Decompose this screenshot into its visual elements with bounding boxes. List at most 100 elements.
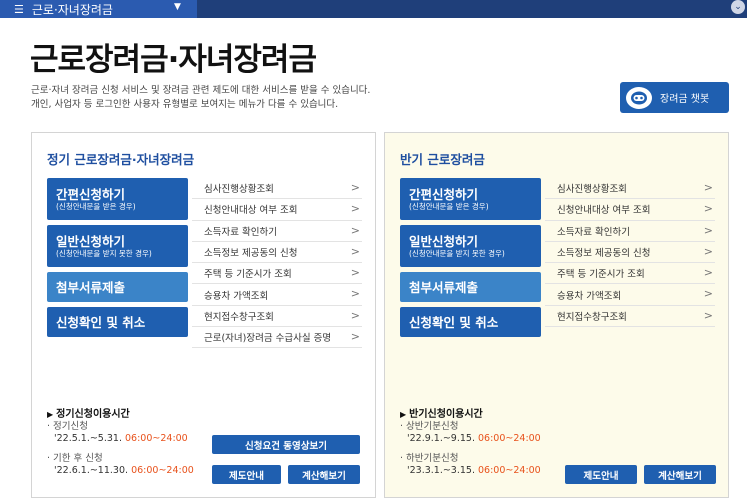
time-text: 06:00~24:00 xyxy=(478,433,541,444)
schedule-item: · 하반기분신청 '23.3.1.~3.15. 06:00~24:00 xyxy=(400,453,541,477)
calculate-button[interactable]: 계산해보기 xyxy=(288,465,360,484)
service-link[interactable]: 소득정보 제공동의 신청 > xyxy=(192,242,362,264)
schedule-item: · 정기신청 '22.5.1.~5.31. 06:00~24:00 xyxy=(47,421,188,445)
service-link[interactable]: 소득자료 확인하기 > xyxy=(192,221,362,242)
attach-docs-button[interactable]: 첨부서류제출 xyxy=(400,272,541,302)
service-link[interactable]: 주택 등 기준시가 조회 > xyxy=(192,263,362,285)
service-link-list: 심사진행상황조회 > 신청안내대상 여부 조회 > 소득자료 확인하기 > 소득정보 … xyxy=(545,178,715,328)
service-link[interactable]: 현지접수창구조회 > xyxy=(192,306,362,328)
easy-apply-label: 간편신청하기 xyxy=(56,186,126,202)
service-link[interactable]: 심사진행상황조회 > xyxy=(545,178,715,200)
triangle-right-icon: ▶ xyxy=(400,410,407,419)
menu-label: 근로·자녀장려금 xyxy=(31,2,113,17)
general-apply-button[interactable]: 일반신청하기 (신청안내문을 받지 못한 경우) xyxy=(47,225,188,267)
chevron-right-icon: > xyxy=(703,181,713,194)
schedule-label: · 정기신청 xyxy=(47,421,89,432)
confirm-cancel-label: 신청확인 및 취소 xyxy=(409,314,499,330)
schedule-label: · 기한 후 신청 xyxy=(47,453,103,464)
service-link[interactable]: 신청안내대상 여부 조회 > xyxy=(545,199,715,221)
service-link[interactable]: 심사진행상황조회 > xyxy=(192,178,362,200)
service-link[interactable]: 소득정보 제공동의 신청 > xyxy=(545,242,715,264)
guide-button[interactable]: 제도안내 xyxy=(565,465,637,484)
easy-apply-button[interactable]: 간편신청하기 (신청안내문을 받은 경우) xyxy=(47,178,188,220)
service-link[interactable]: 근로(자녀)장려금 수급사실 증명 > xyxy=(192,327,362,349)
panel-title: 정기 근로장려금·자녀장려금 xyxy=(47,152,195,167)
chevron-right-icon: > xyxy=(350,223,360,237)
time-text: 06:00~24:00 xyxy=(125,433,188,444)
link-label: 현지접수창구조회 xyxy=(557,311,627,323)
chevron-right-icon: > xyxy=(350,266,360,280)
menu-dropdown[interactable]: ☰ 근로·자녀장려금 ▼ xyxy=(0,0,197,18)
time-text: 06:00~24:00 xyxy=(131,465,194,476)
schedule-title: ▶ 반기신청이용시간 xyxy=(400,405,483,420)
chevron-right-icon: > xyxy=(703,223,713,237)
chevron-down-icon: ▼ xyxy=(174,2,181,12)
service-link[interactable]: 승용차 가액조회 > xyxy=(192,284,362,306)
chevron-right-icon: > xyxy=(703,308,713,322)
general-apply-label: 일반신청하기 xyxy=(409,233,479,249)
service-link[interactable]: 소득자료 확인하기 > xyxy=(545,221,715,242)
chevron-right-icon: > xyxy=(703,266,713,280)
guide-button[interactable]: 제도안내 xyxy=(212,465,281,484)
regular-incentive-panel: 정기 근로장려금·자녀장려금 간편신청하기 (신청안내문을 받은 경우) 일반신… xyxy=(31,132,376,498)
link-label: 심사진행상황조회 xyxy=(204,184,274,196)
hamburger-icon: ☰ xyxy=(14,2,24,16)
easy-apply-sub: (신청안내문을 받은 경우) xyxy=(409,201,489,211)
panel-title: 반기 근로장려금 xyxy=(400,152,485,167)
confirm-cancel-button[interactable]: 신청확인 및 취소 xyxy=(400,307,541,337)
service-link[interactable]: 현지접수창구조회 > xyxy=(545,306,715,328)
period-text: '23.3.1.~3.15. xyxy=(407,465,475,476)
schedule-label: · 하반기분신청 xyxy=(400,453,459,464)
chatbot-label: 장려금 챗봇 xyxy=(660,94,710,105)
general-apply-label: 일반신청하기 xyxy=(56,233,126,249)
chevron-right-icon: > xyxy=(350,244,360,258)
chevron-right-icon: > xyxy=(350,181,360,194)
calculate-button[interactable]: 계산해보기 xyxy=(644,465,716,484)
chevron-right-icon: > xyxy=(703,287,713,301)
page-title: 근로장려금·자녀장려금 xyxy=(30,42,317,78)
link-label: 승용차 가액조회 xyxy=(557,290,622,302)
page-description: 근로·자녀 장려금 신청 서비스 및 장려금 관련 제도에 대한 서비스를 받을… xyxy=(31,84,370,112)
easy-apply-button[interactable]: 간편신청하기 (신청안내문을 받은 경우) xyxy=(400,178,541,220)
link-label: 주택 등 기준시가 조회 xyxy=(204,269,292,281)
easy-apply-label: 간편신청하기 xyxy=(409,186,479,202)
triangle-right-icon: ▶ xyxy=(47,410,54,419)
schedule-item: · 기한 후 신청 '22.6.1.~11.30. 06:00~24:00 xyxy=(47,453,194,477)
general-apply-button[interactable]: 일반신청하기 (신청안내문을 받지 못한 경우) xyxy=(400,225,541,267)
schedule-period: '22.6.1.~11.30. 06:00~24:00 xyxy=(47,465,194,477)
requirements-video-button[interactable]: 신청요건 동영상보기 xyxy=(212,435,360,454)
schedule-label-text: 상반기분신청 xyxy=(406,421,459,432)
chatbot-button[interactable]: 장려금 챗봇 xyxy=(620,82,729,113)
link-label: 근로(자녀)장려금 수급사실 증명 xyxy=(204,333,332,345)
service-link[interactable]: 신청안내대상 여부 조회 > xyxy=(192,199,362,221)
half-year-incentive-panel: 반기 근로장려금 간편신청하기 (신청안내문을 받은 경우) 일반신청하기 (신… xyxy=(384,132,729,498)
period-text: '22.6.1.~11.30. xyxy=(54,465,129,476)
schedule-title: ▶ 정기신청이용시간 xyxy=(47,405,130,420)
service-link[interactable]: 승용차 가액조회 > xyxy=(545,284,715,306)
schedule-period: '22.9.1.~9.15. 06:00~24:00 xyxy=(400,433,541,445)
confirm-cancel-label: 신청확인 및 취소 xyxy=(56,314,146,330)
schedule-period: '22.5.1.~5.31. 06:00~24:00 xyxy=(47,433,188,445)
confirm-cancel-button[interactable]: 신청확인 및 취소 xyxy=(47,307,188,337)
time-text: 06:00~24:00 xyxy=(478,465,541,476)
service-link-list: 심사진행상황조회 > 신청안내대상 여부 조회 > 소득자료 확인하기 > 소득정보 … xyxy=(192,178,362,349)
chevron-right-icon: > xyxy=(703,244,713,258)
schedule-period: '23.3.1.~3.15. 06:00~24:00 xyxy=(400,465,541,477)
service-link[interactable]: 주택 등 기준시가 조회 > xyxy=(545,263,715,285)
attach-docs-label: 첨부서류제출 xyxy=(409,279,479,295)
link-label: 승용차 가액조회 xyxy=(204,290,269,302)
general-apply-sub: (신청안내문을 받지 못한 경우) xyxy=(409,248,505,258)
period-text: '22.5.1.~5.31. xyxy=(54,433,122,444)
link-label: 소득자료 확인하기 xyxy=(557,226,630,238)
link-label: 신청안내대상 여부 조회 xyxy=(557,205,651,217)
description-line: 개인, 사업자 등 로그인한 사용자 유형별로 보여지는 메뉴가 다를 수 있습… xyxy=(31,99,339,110)
period-text: '22.9.1.~9.15. xyxy=(407,433,475,444)
schedule-label-text: 하반기분신청 xyxy=(406,453,459,464)
general-apply-sub: (신청안내문을 받지 못한 경우) xyxy=(56,248,152,258)
chatbot-icon xyxy=(626,86,652,109)
attach-docs-button[interactable]: 첨부서류제출 xyxy=(47,272,188,302)
schedule-label: · 상반기분신청 xyxy=(400,421,459,432)
chevron-circle-icon[interactable]: ⌄ xyxy=(731,0,745,14)
schedule-title-text: 반기신청이용시간 xyxy=(409,409,483,420)
description-line: 근로·자녀 장려금 신청 서비스 및 장려금 관련 제도에 대한 서비스를 받을… xyxy=(31,85,371,96)
